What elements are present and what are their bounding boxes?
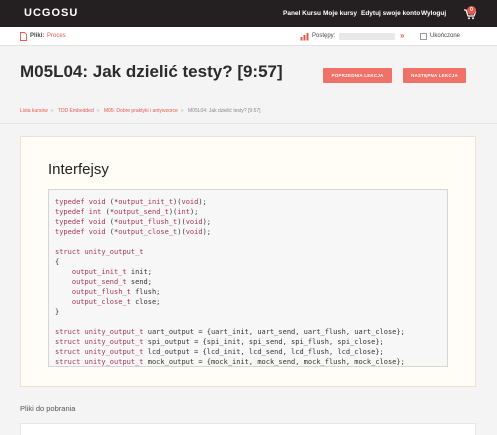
downloads-panel — [20, 423, 476, 435]
progress-bar — [339, 33, 395, 40]
section-heading: Interfejsy — [48, 161, 109, 178]
nav-logout[interactable]: Wyloguj — [421, 10, 446, 17]
breadcrumb-course[interactable]: TDD Embedded — [58, 108, 94, 114]
double-chevron-right-icon[interactable]: » — [400, 31, 404, 40]
cart-count-badge: 0 — [467, 6, 476, 15]
nav-course-panel[interactable]: Panel Kursu — [283, 10, 321, 17]
nav-my-courses[interactable]: Moje kursy — [323, 10, 357, 17]
breadcrumb-course-list[interactable]: Lista kursów — [20, 108, 48, 114]
file-icon — [20, 32, 27, 41]
code-line: } — [55, 308, 60, 316]
code-line: output_close_t close; — [71, 298, 161, 306]
downloads-heading: Pliki do pobrania — [20, 404, 76, 413]
breadcrumb-current: M05L04: Jak dzielić testy? [9:57] — [188, 108, 261, 114]
site-logo[interactable]: UCGOSU — [24, 7, 78, 19]
code-line: typedef void (*output_flush_t)(void); — [55, 218, 211, 226]
code-line: output_flush_t flush; — [71, 288, 161, 296]
next-lesson-button[interactable]: NASTĘPNA LEKCJA — [403, 68, 466, 83]
files-value-link[interactable]: Proces — [47, 33, 66, 39]
code-block: typedef void (*output_init_t)(void);type… — [48, 189, 448, 367]
code-line: struct unity_output_t — [55, 248, 144, 256]
code-line: typedef void (*output_close_t)(void); — [55, 228, 211, 236]
code-line: { — [55, 258, 60, 266]
code-line: typedef int (*output_send_t)(int); — [55, 208, 199, 216]
code-line: typedef void (*output_init_t)(void); — [55, 198, 207, 206]
page-title: M05L04: Jak dzielić testy? [9:57] — [20, 62, 283, 81]
code-line: struct unity_output_t spi_output = {spi_… — [55, 338, 384, 346]
nav-edit-account[interactable]: Edytuj swoje konto — [361, 10, 420, 17]
progress-label: Postępy: — [312, 33, 336, 39]
files-label: Pliki: — [30, 33, 45, 39]
completed-checkbox[interactable] — [420, 33, 427, 40]
section-divider — [0, 123, 497, 124]
completed-label: Ukończone — [430, 33, 461, 39]
code-line: output_send_t send; — [71, 278, 152, 286]
code-line: output_init_t init; — [71, 268, 152, 276]
lesson-content-card: Interfejsy typedef void (*output_init_t)… — [20, 136, 476, 387]
lesson-status-bar: Pliki: Proces Postępy: » Ukończone — [0, 27, 497, 46]
code-line: struct unity_output_t uart_output = {uar… — [55, 328, 405, 336]
breadcrumb-module[interactable]: M05: Dobre praktyki i antywzorce — [104, 108, 178, 114]
code-line: struct unity_output_t lcd_output = {lcd_… — [55, 348, 384, 356]
code-line: struct unity_output_t mock_output = {moc… — [55, 358, 405, 366]
top-navigation-bar: UCGOSU Panel Kursu Moje kursy Edytuj swo… — [0, 0, 497, 27]
breadcrumb: Lista kursów» TDD Embedded» M05: Dobre p… — [20, 108, 261, 114]
previous-lesson-button[interactable]: POPRZEDNIA LEKCJA — [323, 68, 392, 83]
progress-icon — [300, 33, 309, 41]
